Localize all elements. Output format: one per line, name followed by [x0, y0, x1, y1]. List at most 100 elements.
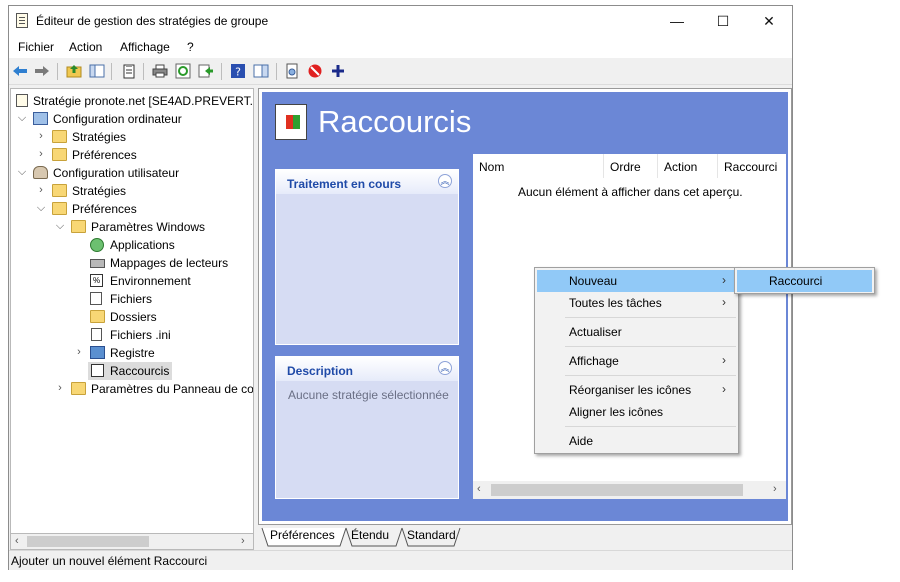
tree-item-user-config[interactable]: ⌵ Configuration utilisateur — [11, 164, 253, 182]
properties-icon[interactable] — [121, 63, 137, 79]
menu-item-view[interactable]: Affichage › — [537, 350, 736, 372]
tree-item-environment[interactable]: % Environnement — [11, 272, 253, 290]
export-list-icon[interactable] — [198, 63, 214, 79]
print-icon[interactable] — [152, 63, 168, 79]
column-label: Nom — [479, 160, 505, 174]
shortcuts-large-icon — [275, 104, 307, 140]
folder-icon — [52, 184, 67, 197]
chevron-right-icon[interactable]: › — [36, 148, 46, 160]
column-header-name[interactable]: Nom — [473, 154, 604, 178]
chevron-down-icon[interactable]: ⌵ — [55, 220, 65, 233]
chevron-right-icon: › — [722, 273, 726, 287]
description-panel-header[interactable]: Description ︽ — [276, 357, 458, 381]
tree-item-computer-config[interactable]: ⌵ Configuration ordinateur — [11, 110, 253, 128]
tree-label: Stratégies — [72, 184, 127, 198]
folder-icon — [52, 130, 67, 143]
scroll-left-icon[interactable]: ‹ — [15, 535, 19, 547]
menu-item-help[interactable]: Aide — [537, 430, 736, 452]
tab-standard[interactable]: Standard — [407, 528, 456, 546]
tree-item-folders[interactable]: Dossiers — [11, 308, 253, 326]
menu-item-nouveau[interactable]: Nouveau › — [537, 270, 736, 292]
menu-action[interactable]: Action — [69, 40, 102, 54]
column-header-shortcut[interactable]: Raccourci — [718, 154, 786, 178]
menu-fichier[interactable]: Fichier — [18, 40, 54, 54]
scrollbar-thumb[interactable] — [27, 536, 149, 547]
menu-help[interactable]: ? — [187, 40, 194, 54]
tree-item-shortcuts[interactable]: Raccourcis — [11, 362, 253, 380]
tree-item-cc-strategies[interactable]: › Stratégies — [11, 128, 253, 146]
menu-item-label: Raccourci — [769, 274, 823, 288]
scroll-right-icon[interactable]: › — [773, 483, 777, 495]
scrollbar-thumb[interactable] — [491, 484, 743, 496]
forward-arrow-icon[interactable] — [34, 63, 50, 79]
tree-root[interactable]: Stratégie pronote.net [SE4AD.PREVERT.LY — [11, 92, 253, 110]
tab-extended[interactable]: Étendu — [351, 528, 389, 546]
chevron-right-icon: › — [722, 353, 726, 367]
tree-label: Applications — [110, 238, 175, 252]
tree-item-files[interactable]: Fichiers — [11, 290, 253, 308]
chevron-right-icon[interactable]: › — [74, 346, 84, 358]
menu-item-raccourci[interactable]: Raccourci — [737, 270, 872, 292]
tree-root-label: Stratégie pronote.net [SE4AD.PREVERT.LY — [33, 94, 254, 108]
tree-label: Stratégies — [72, 130, 127, 144]
show-hide-tree-icon[interactable] — [89, 63, 105, 79]
maximize-button[interactable]: ☐ — [700, 6, 746, 36]
tree-item-control-panel[interactable]: › Paramètres du Panneau de cor — [11, 380, 253, 398]
gpo-editor-icon — [16, 13, 28, 28]
menu-item-refresh[interactable]: Actualiser — [537, 321, 736, 343]
scroll-left-icon[interactable]: ‹ — [477, 483, 481, 495]
processing-panel: Traitement en cours ︽ — [275, 169, 459, 345]
refresh-icon[interactable] — [175, 63, 191, 79]
column-header-order[interactable]: Ordre — [604, 154, 658, 178]
menu-item-align-icons[interactable]: Aligner les icônes — [537, 401, 736, 423]
scroll-right-icon[interactable]: › — [241, 535, 245, 547]
tree-item-ini-files[interactable]: Fichiers .ini — [11, 326, 253, 344]
close-button[interactable]: ✕ — [746, 6, 792, 36]
chevron-down-icon[interactable]: ⌵ — [17, 112, 27, 125]
chevron-right-icon[interactable]: › — [36, 130, 46, 142]
tree-horizontal-scrollbar[interactable]: ‹ › — [10, 533, 254, 550]
tree-label: Fichiers .ini — [110, 328, 171, 342]
tree-item-drive-maps[interactable]: Mappages de lecteurs — [11, 254, 253, 272]
shortcut-icon — [91, 364, 104, 377]
add-icon[interactable] — [330, 63, 346, 79]
up-folder-icon[interactable] — [66, 63, 82, 79]
menu-item-label: Aligner les icônes — [569, 405, 664, 419]
action-pane-icon[interactable] — [253, 63, 269, 79]
processing-panel-header[interactable]: Traitement en cours ︽ — [276, 170, 458, 194]
tree-item-cc-preferences[interactable]: › Préférences — [11, 146, 253, 164]
collapse-icon[interactable]: ︽ — [438, 174, 452, 188]
back-arrow-icon[interactable] — [12, 63, 28, 79]
help-icon[interactable]: ? — [230, 63, 246, 79]
menu-item-all-tasks[interactable]: Toutes les tâches › — [537, 292, 736, 314]
tree-label: Configuration utilisateur — [53, 166, 180, 180]
tree-item-uc-strategies[interactable]: › Stratégies — [11, 182, 253, 200]
tree-label: Paramètres Windows — [91, 220, 206, 234]
menu-item-label: Réorganiser les icônes — [569, 383, 692, 397]
column-header-action[interactable]: Action — [658, 154, 718, 178]
menu-item-arrange-icons[interactable]: Réorganiser les icônes › — [537, 379, 736, 401]
tree-item-applications[interactable]: Applications — [11, 236, 253, 254]
chevron-down-icon[interactable]: ⌵ — [36, 202, 46, 215]
menu-affichage[interactable]: Affichage — [120, 40, 170, 54]
title-bar: Éditeur de gestion des stratégies de gro… — [9, 6, 792, 36]
tabs-outline — [261, 527, 461, 547]
files-icon — [90, 292, 102, 305]
minimize-button[interactable]: — — [654, 6, 700, 36]
collapse-icon[interactable]: ︽ — [438, 361, 452, 375]
description-text: Aucune stratégie sélectionnée — [288, 388, 449, 402]
stop-icon[interactable] — [307, 63, 323, 79]
chevron-right-icon[interactable]: › — [36, 184, 46, 196]
tab-preferences[interactable]: Préférences — [270, 528, 335, 546]
new-item-icon[interactable] — [284, 63, 300, 79]
tree-item-windows-settings[interactable]: ⌵ Paramètres Windows — [11, 218, 253, 236]
applications-icon — [90, 238, 104, 252]
chevron-down-icon[interactable]: ⌵ — [17, 166, 27, 179]
chevron-right-icon[interactable]: › — [55, 382, 65, 394]
tree-label: Environnement — [110, 274, 191, 288]
tree-item-uc-preferences[interactable]: ⌵ Préférences — [11, 200, 253, 218]
computer-icon — [33, 112, 48, 125]
toolbar-separator — [221, 63, 222, 80]
list-horizontal-scrollbar[interactable]: ‹ › — [473, 481, 786, 499]
tree-item-registry[interactable]: › Registre — [11, 344, 253, 362]
